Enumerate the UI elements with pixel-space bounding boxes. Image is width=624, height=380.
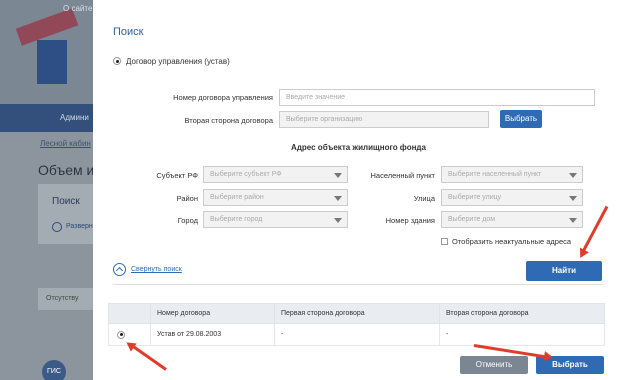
chevron-down-icon (334, 196, 342, 201)
district-label: Район (176, 194, 198, 203)
second-party-input[interactable]: Выберите организацию (279, 111, 489, 128)
table-header-number: Номер договора (150, 303, 275, 324)
collapse-search-link[interactable]: Свернуть поиск (131, 266, 182, 273)
search-modal: Поиск Договор управления (устав) Номер д… (93, 0, 624, 380)
row-second-party: - (439, 323, 605, 346)
locality-placeholder: Выберите населенный пункт (448, 171, 542, 178)
row-contract-number: Устав от 29.08.2003 (150, 323, 275, 346)
table-row[interactable]: Устав от 29.08.2003 - - (108, 323, 605, 346)
expand-icon (52, 222, 62, 232)
street-select[interactable]: Выберите улицу (441, 189, 583, 206)
contract-number-label: Номер договора управления (173, 93, 273, 102)
address-section-title: Адрес объекта жилищного фонда (291, 143, 426, 152)
modal-title: Поиск (113, 26, 144, 38)
find-button[interactable]: Найти (526, 261, 602, 281)
chevron-down-icon (569, 218, 577, 223)
contract-type-radio[interactable] (113, 57, 121, 65)
locality-label: Населенный пункт (370, 171, 435, 180)
subject-placeholder: Выберите субъект РФ (210, 171, 282, 178)
second-party-label: Вторая сторона договора (184, 116, 273, 125)
district-placeholder: Выберите район (210, 194, 264, 201)
table-header-row: Номер договора Первая сторона договора В… (108, 303, 605, 324)
city-label: Город (177, 216, 198, 225)
row-select-radio[interactable] (117, 330, 125, 339)
city-select[interactable]: Выберите город (203, 211, 348, 228)
chevron-down-icon (334, 218, 342, 223)
footer-logo: ГИС (42, 360, 66, 380)
district-select[interactable]: Выберите район (203, 189, 348, 206)
street-placeholder: Выберите улицу (448, 194, 502, 201)
chevron-down-icon (334, 173, 342, 178)
results-table: Номер договора Первая сторона договора В… (108, 303, 605, 346)
background-link: Лесной кабин (40, 139, 91, 148)
show-irrelevant-label: Отобразить неактуальные адреса (452, 237, 572, 246)
collapse-icon[interactable] (113, 263, 126, 276)
contract-type-label: Договор управления (устав) (126, 57, 230, 66)
building-select[interactable]: Выберите дом (441, 211, 583, 228)
building-placeholder: Выберите дом (448, 216, 496, 223)
nav-item: Админи (60, 113, 89, 122)
cancel-button[interactable]: Отменить (460, 356, 528, 374)
show-irrelevant-checkbox[interactable] (441, 238, 448, 245)
divider (113, 284, 603, 285)
locality-select[interactable]: Выберите населенный пункт (441, 166, 583, 183)
chevron-down-icon (569, 173, 577, 178)
choose-organization-button[interactable]: Выбрать (500, 110, 542, 128)
site-logo (37, 40, 67, 84)
background-strip-text: Отсутству (46, 295, 79, 302)
background-panel-title: Поиск (52, 196, 80, 207)
table-header-select (108, 303, 151, 324)
background-panel-link: Разверн (66, 223, 93, 230)
subject-label: Субъект РФ (156, 171, 198, 180)
subject-select[interactable]: Выберите субъект РФ (203, 166, 348, 183)
contract-number-input[interactable]: Введите значение (279, 89, 595, 106)
chevron-down-icon (569, 196, 577, 201)
row-first-party: - (274, 323, 440, 346)
city-placeholder: Выберите город (210, 216, 263, 223)
table-header-first-party: Первая сторона договора (274, 303, 440, 324)
table-header-second-party: Вторая сторона договора (439, 303, 605, 324)
background-title: Объем и (38, 162, 95, 178)
building-label: Номер здания (385, 216, 435, 225)
site-link: О сайте (63, 4, 93, 13)
street-label: Улица (413, 194, 435, 203)
